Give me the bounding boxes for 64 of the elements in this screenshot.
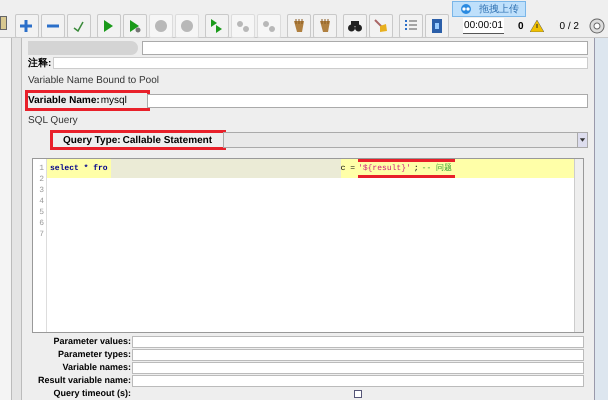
line-number: 3 [39,185,44,196]
remote-start-button[interactable] [205,14,229,38]
clear-all-icon [317,18,333,34]
code-token: -- 问题 [422,162,452,174]
start-button[interactable] [97,14,121,38]
list-button[interactable] [399,14,423,38]
clear-all-button[interactable] [313,14,337,38]
remote-exit-icon [261,18,277,34]
clear-button[interactable] [287,14,311,38]
comment-label: 注释: [28,56,52,70]
parameter-field[interactable] [132,348,584,360]
variable-name-value: mysql [100,94,127,108]
group-title: SQL Query [28,114,79,128]
line-number: 5 [39,207,44,218]
parameter-label: Query timeout (s): [52,386,132,400]
remote-stop-icon [235,18,251,34]
upload-button[interactable]: 拖拽上传 [452,1,526,17]
add-icon [19,18,35,34]
search-icon [347,18,363,34]
target-icon [589,18,605,34]
search-button[interactable] [343,14,367,38]
add-button[interactable] [15,14,39,38]
warning-count: 0 [518,20,524,34]
variable-name-label: Variable Name: [28,94,100,108]
remove-button[interactable] [41,14,65,38]
code-token: '${result}' [358,162,411,174]
comment-field[interactable] [53,57,588,69]
group-title: Variable Name Bound to Pool [28,74,160,88]
query-type-label: Query Type: [63,134,121,148]
elapsed-time: 00:00:01 [463,18,504,34]
thread-count: 0 / 2 [560,20,579,34]
query-type-dropdown[interactable] [222,132,588,148]
start-no-pause-icon [127,18,143,34]
line-number: 1 [39,163,44,174]
clear-icon [291,18,307,34]
checkbox[interactable] [354,390,362,398]
line-number: 6 [39,218,44,229]
line-number: 2 [39,174,44,185]
remove-icon [46,24,60,28]
start-no-pause-button[interactable] [123,14,147,38]
parameter-label: Result variable name: [36,374,132,387]
shutdown-icon [179,18,195,34]
variable-name-field[interactable] [146,94,588,108]
parameter-field[interactable] [132,336,584,348]
stop-icon [153,18,169,34]
document-icon [0,16,7,30]
reset-search-icon [373,18,389,34]
parameter-field[interactable] [132,374,584,386]
line-number: 7 [39,229,44,240]
parameter-label: Parameter values: [52,334,132,348]
toggle-button[interactable] [67,14,91,38]
query-type-value: Callable Statement [122,134,214,148]
parameter-field[interactable] [132,362,584,374]
parameter-label: Variable names: [61,360,132,374]
help-button[interactable] [425,14,449,38]
help-icon [429,18,445,34]
code-token: c = [340,162,356,174]
reset-search-button[interactable] [369,14,393,38]
parameter-label: Parameter types: [56,348,132,361]
warning-icon [530,20,544,32]
code-token: select * fro [50,162,108,174]
name-field[interactable] [142,41,588,55]
code-token: ; [414,162,419,174]
line-number: 4 [39,196,44,207]
